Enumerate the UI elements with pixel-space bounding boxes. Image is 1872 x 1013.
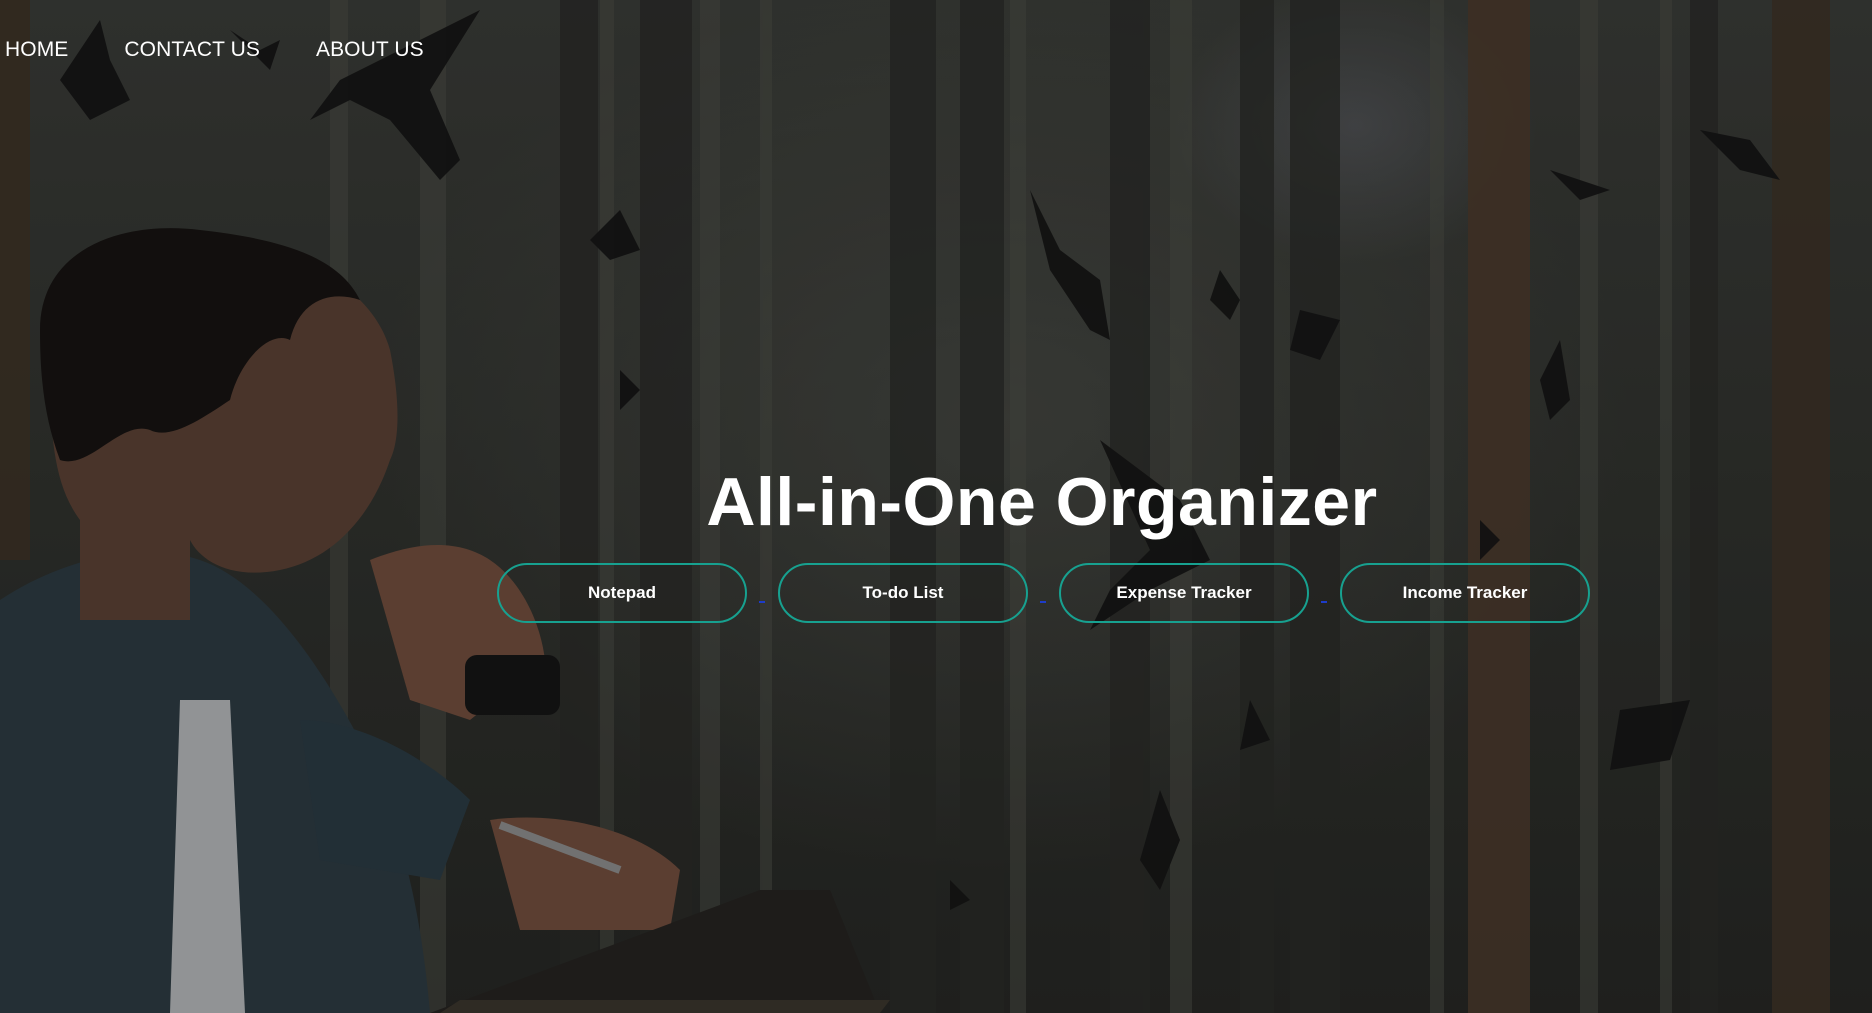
nav-about-us-link[interactable]: ABOUT US bbox=[316, 38, 424, 62]
notepad-button[interactable]: Notepad bbox=[497, 563, 747, 623]
link-separator bbox=[747, 563, 778, 623]
nav-home-link[interactable]: HOME bbox=[5, 38, 68, 62]
page-title: All-in-One Organizer bbox=[706, 464, 1378, 540]
income-tracker-button[interactable]: Income Tracker bbox=[1340, 563, 1590, 623]
todo-list-button[interactable]: To-do List bbox=[778, 563, 1028, 623]
nav-contact-us-link[interactable]: CONTACT US bbox=[124, 38, 260, 62]
top-navigation: HOME CONTACT US ABOUT US bbox=[0, 36, 424, 64]
expense-tracker-button[interactable]: Expense Tracker bbox=[1059, 563, 1309, 623]
link-separator bbox=[1309, 563, 1340, 623]
link-separator bbox=[1028, 563, 1059, 623]
app-buttons: Notepad To-do List Expense Tracker Incom… bbox=[497, 563, 1590, 623]
hero-section: HOME CONTACT US ABOUT US All-in-One Orga… bbox=[0, 0, 1872, 1013]
